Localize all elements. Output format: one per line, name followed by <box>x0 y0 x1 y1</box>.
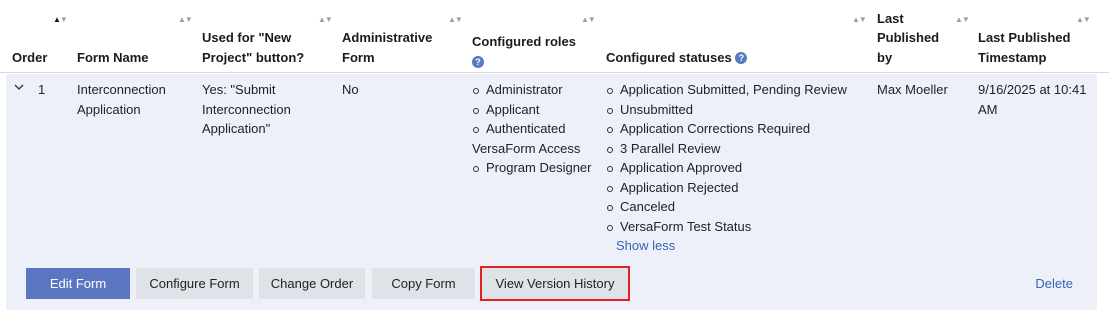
column-header-roles[interactable]: ▲▼ Configured roles ? <box>472 0 602 73</box>
sort-icon[interactable]: ▲▼ <box>581 15 596 24</box>
sort-icon[interactable]: ▲▼ <box>318 15 333 24</box>
used-for-value: Yes: "Submit Interconnection Application… <box>202 82 291 136</box>
configure-form-button[interactable]: Configure Form <box>136 268 253 299</box>
copy-form-button[interactable]: Copy Form <box>372 268 475 299</box>
column-header-last-published-timestamp[interactable]: ▲▼ Last Published Timestamp <box>978 0 1098 73</box>
table-header: ▲▼ Order ▲▼ Form Name ▲▼ Used for "New P… <box>0 0 1109 73</box>
administrative-value: No <box>342 82 359 97</box>
show-less-link[interactable]: Show less <box>606 236 871 256</box>
status-item: 3 Parallel Review <box>606 139 871 159</box>
status-item: VersaForm Test Status <box>606 217 871 237</box>
role-item: Applicant <box>472 100 604 120</box>
status-item: Unsubmitted <box>606 100 871 120</box>
form-name-value: Interconnection Application <box>77 82 166 117</box>
status-item: Application Rejected <box>606 178 871 198</box>
column-header-label: Administrative Form <box>342 30 433 65</box>
chevron-down-icon[interactable] <box>14 82 24 92</box>
role-item: Administrator <box>472 80 604 100</box>
role-item: Authenticated VersaForm Access <box>472 119 604 158</box>
order-value: 1 <box>38 82 46 97</box>
column-header-administrative[interactable]: ▲▼ Administrative Form <box>342 0 467 73</box>
status-item: Application Submitted, Pending Review <box>606 80 871 100</box>
sort-icon[interactable]: ▲▼ <box>178 15 193 24</box>
table-row: 1 Interconnection Application Yes: "Subm… <box>6 74 1097 310</box>
roles-list: Administrator Applicant Authenticated Ve… <box>472 80 604 178</box>
status-item: Canceled <box>606 197 871 217</box>
sort-icon[interactable]: ▲▼ <box>1076 15 1091 24</box>
column-header-used-for[interactable]: ▲▼ Used for "New Project" button? <box>202 0 337 73</box>
column-header-form-name[interactable]: ▲▼ Form Name <box>77 0 197 73</box>
help-icon[interactable]: ? <box>735 52 748 65</box>
last-published-by-value: Max Moeller <box>877 82 948 97</box>
column-header-label: Last Published Timestamp <box>978 30 1071 65</box>
sort-icon[interactable]: ▲▼ <box>53 15 68 24</box>
sort-icon[interactable]: ▲▼ <box>955 15 970 24</box>
column-header-label: Last Published by <box>877 10 940 65</box>
column-header-label: Configured statuses ? <box>606 48 748 68</box>
column-header-label: Configured roles ? <box>472 34 577 69</box>
help-icon[interactable]: ? <box>472 56 484 69</box>
role-item: Program Designer <box>472 158 604 178</box>
status-item: Application Approved <box>606 158 871 178</box>
column-header-order[interactable]: ▲▼ Order <box>12 0 68 73</box>
column-header-last-published-by[interactable]: ▲▼ Last Published by <box>877 0 972 73</box>
last-published-timestamp-value: 9/16/2025 at 10:41 AM <box>978 82 1087 117</box>
column-header-label: Order <box>12 49 48 65</box>
edit-form-button[interactable]: Edit Form <box>26 268 130 299</box>
column-header-label: Form Name <box>77 49 149 65</box>
statuses-list: Application Submitted, Pending Review Un… <box>606 80 871 256</box>
view-version-history-button[interactable]: View Version History <box>480 266 630 301</box>
column-header-label: Used for "New Project" button? <box>202 30 305 65</box>
sort-icon[interactable]: ▲▼ <box>852 15 867 24</box>
delete-link[interactable]: Delete <box>1035 276 1073 291</box>
column-header-statuses[interactable]: ▲▼ Configured statuses ? <box>606 0 872 73</box>
status-item: Application Corrections Required <box>606 119 871 139</box>
change-order-button[interactable]: Change Order <box>259 268 365 299</box>
sort-icon[interactable]: ▲▼ <box>448 15 463 24</box>
